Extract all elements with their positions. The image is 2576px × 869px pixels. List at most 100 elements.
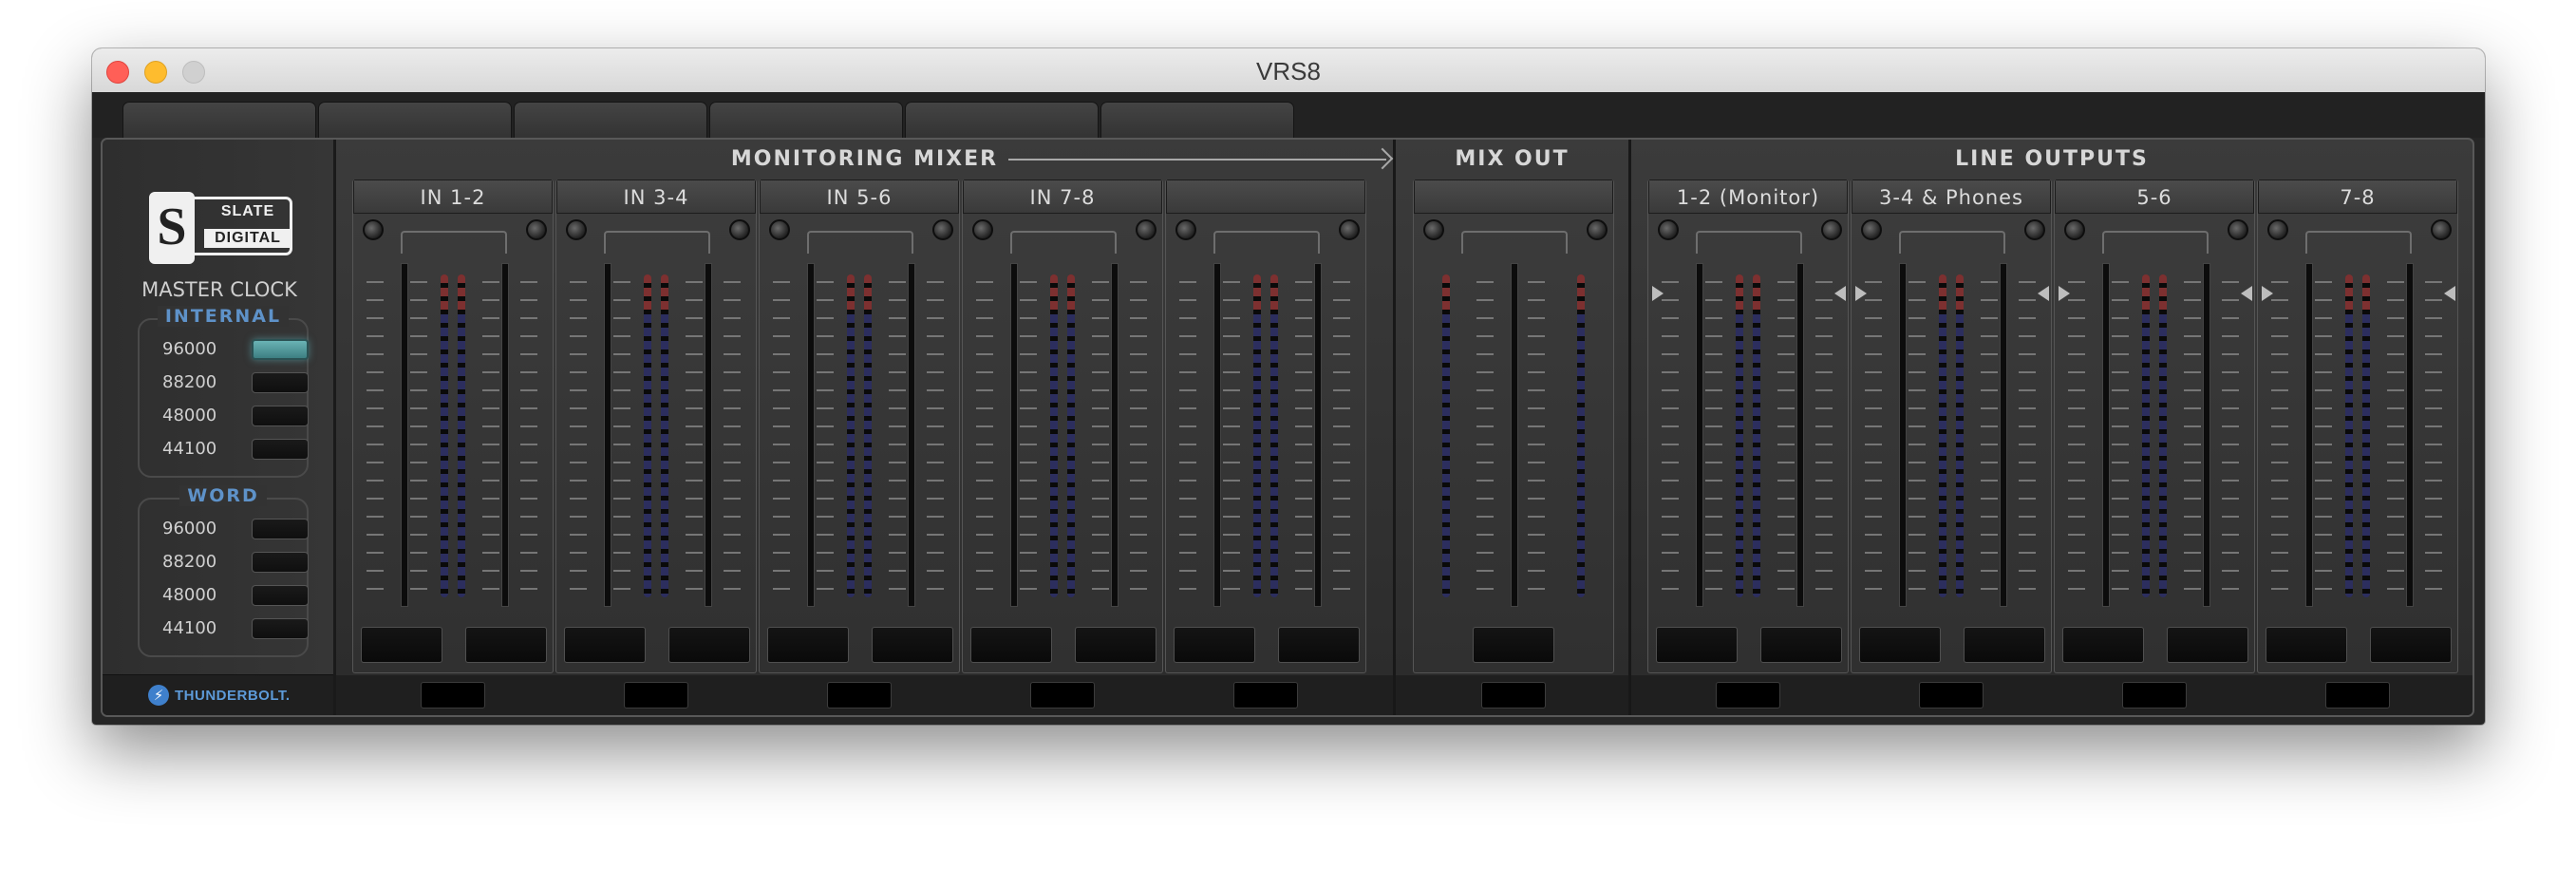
level-fader[interactable] <box>501 263 509 607</box>
trim-knob-icon[interactable] <box>1423 219 1444 240</box>
trim-knob-icon[interactable] <box>932 219 953 240</box>
trim-knob-icon[interactable] <box>1658 219 1679 240</box>
select-button[interactable] <box>1716 682 1780 708</box>
trim-knob-icon[interactable] <box>2064 219 2085 240</box>
select-button[interactable] <box>1481 682 1546 708</box>
mute-button-left[interactable] <box>2062 627 2144 663</box>
internal-48000-button[interactable] <box>252 406 309 426</box>
level-fader[interactable] <box>2000 263 2007 607</box>
level-fader[interactable] <box>1213 263 1221 607</box>
level-fader[interactable] <box>1796 263 1804 607</box>
mute-button-left[interactable] <box>1174 627 1255 663</box>
channel-label <box>1166 179 1365 214</box>
trim-knob-icon[interactable] <box>1175 219 1196 240</box>
select-button[interactable] <box>624 682 688 708</box>
trim-knob-icon[interactable] <box>2228 219 2248 240</box>
fader-scale <box>2184 265 2201 603</box>
level-fader[interactable] <box>908 263 915 607</box>
mute-button-left[interactable] <box>767 627 849 663</box>
select-button[interactable] <box>421 682 485 708</box>
tab-6[interactable] <box>1100 102 1294 138</box>
trim-knob-icon[interactable] <box>1821 219 1842 240</box>
trim-knob-icon[interactable] <box>769 219 790 240</box>
level-fader[interactable] <box>1511 263 1518 607</box>
pan-left-icon[interactable] <box>2444 286 2455 301</box>
mute-button-right[interactable] <box>872 627 953 663</box>
word-96000-button[interactable] <box>252 519 309 539</box>
trim-knob-icon[interactable] <box>729 219 750 240</box>
mute-button-left[interactable] <box>1656 627 1738 663</box>
trim-knob-icon[interactable] <box>1339 219 1360 240</box>
internal-96000-button[interactable] <box>252 339 309 360</box>
fader-scale <box>2271 265 2288 603</box>
word-rate-row: 96000 <box>159 517 309 541</box>
mute-button-left[interactable] <box>2266 627 2347 663</box>
tab-strip <box>92 92 2485 138</box>
level-fader[interactable] <box>705 263 712 607</box>
word-44100-button[interactable] <box>252 618 309 639</box>
word-88200-button[interactable] <box>252 552 309 573</box>
select-button[interactable] <box>2325 682 2390 708</box>
level-fader[interactable] <box>2406 263 2414 607</box>
stereo-link-bracket <box>2102 231 2209 254</box>
select-button[interactable] <box>827 682 892 708</box>
trim-knob-icon[interactable] <box>972 219 993 240</box>
mute-button-right[interactable] <box>1964 627 2045 663</box>
internal-rate-row: 44100 <box>159 437 309 462</box>
tab-1[interactable] <box>122 102 316 138</box>
level-meter <box>1939 274 1946 597</box>
level-fader[interactable] <box>807 263 815 607</box>
level-fader[interactable] <box>2305 263 2313 607</box>
mute-button-right[interactable] <box>465 627 547 663</box>
trim-knob-icon[interactable] <box>2431 219 2452 240</box>
mute-button-right[interactable] <box>1278 627 1360 663</box>
rate-label: 44100 <box>162 439 217 459</box>
trim-knob-icon[interactable] <box>1861 219 1882 240</box>
mute-button-right[interactable] <box>2167 627 2248 663</box>
tab-2[interactable] <box>318 102 512 138</box>
pan-right-icon[interactable] <box>1855 286 1867 301</box>
pan-right-icon[interactable] <box>1652 286 1664 301</box>
level-fader[interactable] <box>1314 263 1322 607</box>
pan-left-icon[interactable] <box>1834 286 1846 301</box>
internal-44100-button[interactable] <box>252 439 309 460</box>
trim-knob-icon[interactable] <box>2024 219 2045 240</box>
level-fader[interactable] <box>1010 263 1018 607</box>
mute-button-left[interactable] <box>970 627 1052 663</box>
trim-knob-icon[interactable] <box>526 219 547 240</box>
mute-button-left[interactable] <box>1859 627 1941 663</box>
mute-button-right[interactable] <box>1760 627 1842 663</box>
level-fader[interactable] <box>1111 263 1119 607</box>
trim-knob-icon[interactable] <box>1136 219 1156 240</box>
tab-4[interactable] <box>709 102 903 138</box>
mute-button-left[interactable] <box>564 627 646 663</box>
trim-knob-icon[interactable] <box>1587 219 1608 240</box>
mute-button-right[interactable] <box>668 627 750 663</box>
pan-right-icon[interactable] <box>2059 286 2070 301</box>
word-48000-button[interactable] <box>252 585 309 606</box>
level-fader[interactable] <box>2102 263 2110 607</box>
channel-label: IN 3-4 <box>556 179 756 214</box>
level-fader[interactable] <box>604 263 611 607</box>
select-button[interactable] <box>1919 682 1984 708</box>
trim-knob-icon[interactable] <box>566 219 587 240</box>
internal-88200-button[interactable] <box>252 372 309 393</box>
mute-button-left[interactable] <box>361 627 442 663</box>
pan-left-icon[interactable] <box>2038 286 2049 301</box>
level-fader[interactable] <box>2203 263 2210 607</box>
level-fader[interactable] <box>401 263 408 607</box>
mute-button-right[interactable] <box>1075 627 1156 663</box>
tab-5[interactable] <box>905 102 1099 138</box>
output-button[interactable] <box>1473 627 1554 663</box>
select-button[interactable] <box>1030 682 1095 708</box>
mute-button-right[interactable] <box>2370 627 2452 663</box>
select-button[interactable] <box>2122 682 2187 708</box>
pan-right-icon[interactable] <box>2262 286 2273 301</box>
level-fader[interactable] <box>1899 263 1907 607</box>
level-fader[interactable] <box>1696 263 1703 607</box>
trim-knob-icon[interactable] <box>363 219 384 240</box>
trim-knob-icon[interactable] <box>2267 219 2288 240</box>
select-button[interactable] <box>1233 682 1298 708</box>
tab-3[interactable] <box>514 102 707 138</box>
pan-left-icon[interactable] <box>2241 286 2252 301</box>
